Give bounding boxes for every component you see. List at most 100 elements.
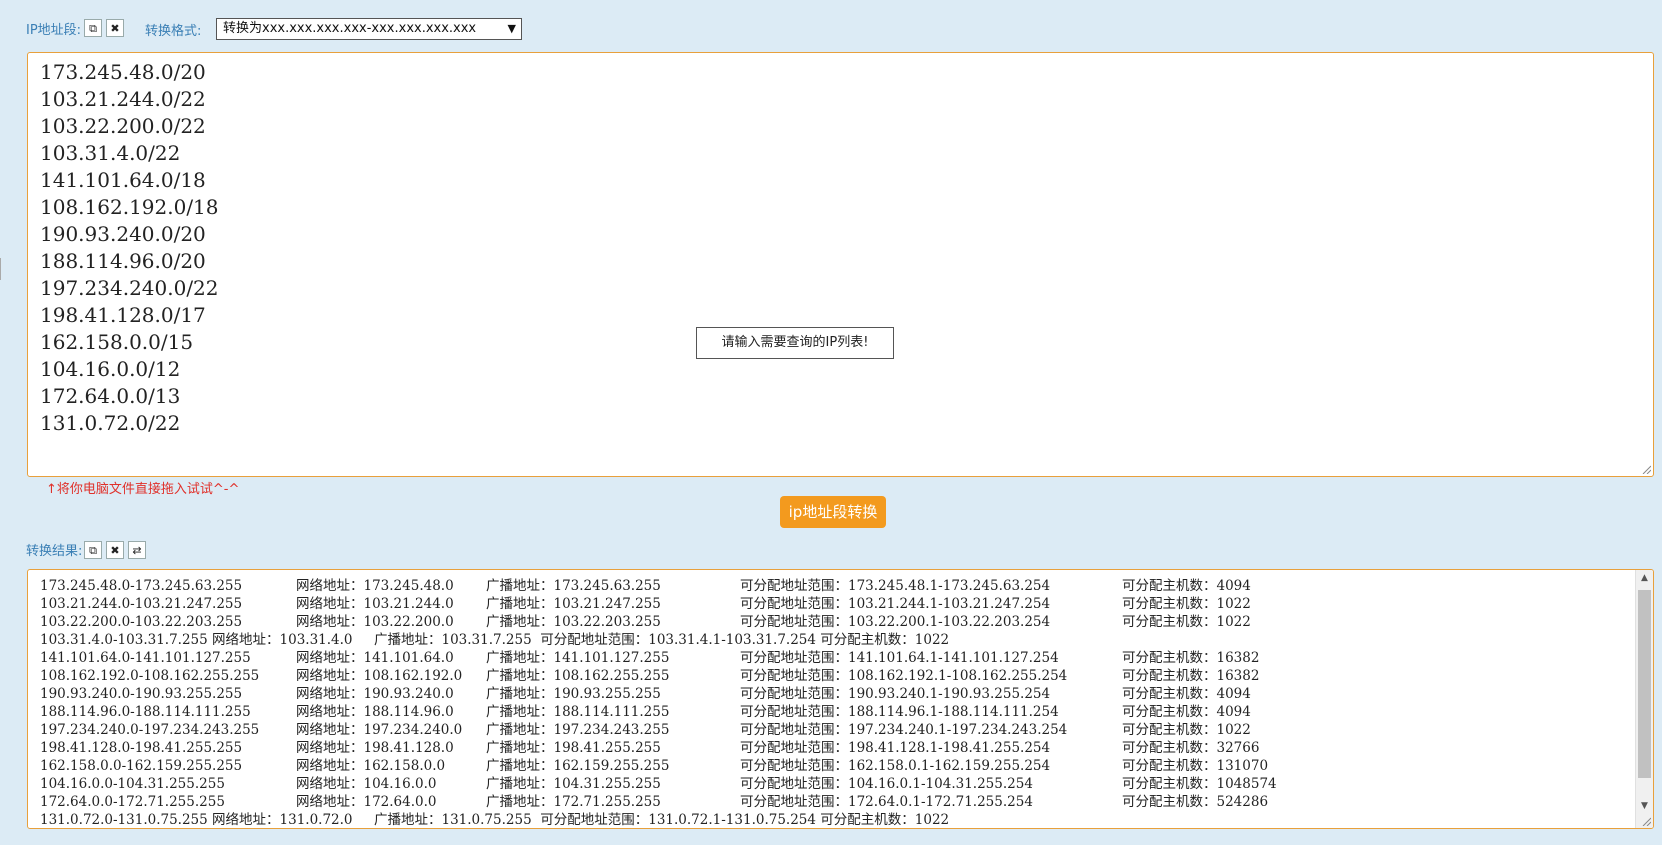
result-range: 162.158.0.0-162.159.255.255: [40, 758, 243, 774]
result-usable-range: 可分配地址范围：197.234.240.1-197.234.243.254: [740, 722, 1068, 738]
result-scrollbar[interactable]: ▲ ▼: [1635, 570, 1653, 828]
close-icon: ✖: [110, 21, 120, 35]
result-usable-range: 可分配地址范围：103.22.200.1-103.22.203.254: [740, 614, 1051, 630]
result-broadcast: 广播地址：188.114.111.255: [486, 704, 670, 720]
result-broadcast: 广播地址：141.101.127.255: [486, 650, 670, 666]
result-range: 197.234.240.0-197.234.243.255: [40, 722, 260, 738]
result-host-count: 可分配主机数：4094: [1122, 578, 1251, 594]
resize-handle-icon[interactable]: [1641, 464, 1651, 474]
ip-input-line: 190.93.240.0/20: [40, 222, 206, 246]
result-row: 108.162.192.0-108.162.255.255 网络地址：108.16…: [40, 667, 1640, 685]
result-broadcast: 广播地址：190.93.255.255: [486, 686, 661, 702]
result-usable-range: 可分配地址范围：103.21.244.1-103.21.247.254: [740, 596, 1051, 612]
result-broadcast: 广播地址：104.31.255.255: [486, 776, 661, 792]
result-network: 网络地址：188.114.96.0: [296, 704, 454, 720]
result-range: 104.16.0.0-104.31.255.255: [40, 776, 225, 792]
ip-input-line: 103.31.4.0/22: [40, 141, 181, 165]
result-usable-range: 可分配地址范围：173.245.48.1-173.245.63.254: [740, 578, 1051, 594]
format-select-value: 转换为xxx.xxx.xxx.xxx-xxx.xxx.xxx.xxx: [223, 21, 477, 36]
result-label: 转换结果:: [26, 544, 83, 559]
clear-result-button[interactable]: ✖: [106, 541, 124, 559]
result-network: 网络地址：190.93.240.0: [296, 686, 454, 702]
ip-input-line: 104.16.0.0/12: [40, 357, 181, 381]
result-network: 网络地址：103.22.200.0: [296, 614, 454, 630]
result-range: 188.114.96.0-188.114.111.255: [40, 704, 251, 720]
scroll-up-icon[interactable]: ▲: [1636, 570, 1653, 586]
result-row: 190.93.240.0-190.93.255.255 网络地址：190.93.2…: [40, 685, 1640, 703]
result-usable-range: 可分配地址范围：172.64.0.1-172.71.255.254: [740, 794, 1033, 810]
result-row-text: 131.0.72.0-131.0.75.255 网络地址：131.0.72.0 …: [40, 812, 950, 828]
ip-input-line: 103.21.244.0/22: [40, 87, 206, 111]
input-tooltip: 请输入需要查询的IP列表!: [696, 327, 894, 359]
result-network: 网络地址：198.41.128.0: [296, 740, 454, 756]
ip-input-line: 103.22.200.0/22: [40, 114, 206, 138]
result-range: 172.64.0.0-172.71.255.255: [40, 794, 225, 810]
result-usable-range: 可分配地址范围：188.114.96.1-188.114.111.254: [740, 704, 1059, 720]
result-network: 网络地址：172.64.0.0: [296, 794, 437, 810]
result-rows: 173.245.48.0-173.245.63.255 网络地址：173.245.…: [40, 577, 1640, 828]
result-row: 103.21.244.0-103.21.247.255 网络地址：103.21.2…: [40, 595, 1640, 613]
result-broadcast: 广播地址：103.21.247.255: [486, 596, 661, 612]
result-network: 网络地址：162.158.0.0: [296, 758, 446, 774]
format-select[interactable]: 转换为xxx.xxx.xxx.xxx-xxx.xxx.xxx.xxx ▼: [216, 18, 522, 40]
close-icon: ✖: [110, 543, 120, 557]
ip-input-textarea[interactable]: 173.245.48.0/20 103.21.244.0/22 103.22.200…: [27, 52, 1654, 477]
result-range: 103.22.200.0-103.22.203.255: [40, 614, 243, 630]
result-network: 网络地址：103.21.244.0: [296, 596, 454, 612]
clear-input-button[interactable]: ✖: [106, 19, 124, 37]
result-row: 104.16.0.0-104.31.255.255 网络地址：104.16.0.0…: [40, 775, 1640, 793]
result-host-count: 可分配主机数：16382: [1122, 650, 1260, 666]
copy-result-button[interactable]: ⧉: [84, 541, 102, 559]
result-row: 103.31.4.0-103.31.7.255 网络地址：103.31.4.0 …: [40, 631, 1640, 649]
result-host-count: 可分配主机数：524286: [1122, 794, 1269, 810]
ip-input-line: 141.101.64.0/18: [40, 168, 206, 192]
result-broadcast: 广播地址：198.41.255.255: [486, 740, 661, 756]
result-network: 网络地址：104.16.0.0: [296, 776, 437, 792]
ip-input-line: 108.162.192.0/18: [40, 195, 219, 219]
result-row: 141.101.64.0-141.101.127.255 网络地址：141.101…: [40, 649, 1640, 667]
result-usable-range: 可分配地址范围：198.41.128.1-198.41.255.254: [740, 740, 1051, 756]
result-broadcast: 广播地址：172.71.255.255: [486, 794, 661, 810]
scroll-down-icon[interactable]: ▼: [1636, 798, 1653, 814]
result-host-count: 可分配主机数：4094: [1122, 704, 1251, 720]
result-host-count: 可分配主机数：131070: [1122, 758, 1269, 774]
page-edge-divider: [0, 258, 4, 280]
result-range: 198.41.128.0-198.41.255.255: [40, 740, 243, 756]
result-row: 103.22.200.0-103.22.203.255 网络地址：103.22.2…: [40, 613, 1640, 631]
result-usable-range: 可分配地址范围：141.101.64.1-141.101.127.254: [740, 650, 1059, 666]
result-broadcast: 广播地址：173.245.63.255: [486, 578, 661, 594]
ip-input-lines: 173.245.48.0/20 103.21.244.0/22 103.22.200…: [40, 59, 219, 437]
result-range: 173.245.48.0-173.245.63.255: [40, 578, 243, 594]
copy-icon: ⧉: [89, 543, 97, 557]
chevron-down-icon: ▼: [507, 22, 516, 35]
result-host-count: 可分配主机数：4094: [1122, 686, 1251, 702]
result-textarea[interactable]: 173.245.48.0-173.245.63.255 网络地址：173.245.…: [27, 569, 1654, 829]
swap-icon: ⇄: [132, 543, 142, 557]
scrollbar-thumb[interactable]: [1638, 590, 1651, 778]
result-row: 173.245.48.0-173.245.63.255 网络地址：173.245.…: [40, 577, 1640, 595]
result-usable-range: 可分配地址范围：190.93.240.1-190.93.255.254: [740, 686, 1051, 702]
main-panel: IP地址段: ⧉ ✖ 转换格式: 转换为xxx.xxx.xxx.xxx-xxx.…: [0, 0, 1662, 845]
result-range: 190.93.240.0-190.93.255.255: [40, 686, 243, 702]
result-network: 网络地址：141.101.64.0: [296, 650, 454, 666]
result-host-count: 可分配主机数：1022: [1122, 596, 1251, 612]
copy-input-button[interactable]: ⧉: [84, 19, 102, 37]
ip-input-line: 197.234.240.0/22: [40, 276, 219, 300]
convert-button[interactable]: ip地址段转换: [780, 496, 886, 528]
ip-input-line: 131.0.72.0/22: [40, 411, 181, 435]
result-usable-range: 可分配地址范围：104.16.0.1-104.31.255.254: [740, 776, 1033, 792]
result-broadcast: 广播地址：103.22.203.255: [486, 614, 661, 630]
result-broadcast: 广播地址：162.159.255.255: [486, 758, 670, 774]
resize-handle-icon[interactable]: [1641, 816, 1651, 826]
result-usable-range: 可分配地址范围：162.158.0.1-162.159.255.254: [740, 758, 1051, 774]
result-usable-range: 可分配地址范围：108.162.192.1-108.162.255.254: [740, 668, 1068, 684]
ip-input-line: 172.64.0.0/13: [40, 384, 181, 408]
result-range: 141.101.64.0-141.101.127.255: [40, 650, 251, 666]
swap-result-button[interactable]: ⇄: [128, 541, 146, 559]
result-row-text: 103.31.4.0-103.31.7.255 网络地址：103.31.4.0 …: [40, 632, 950, 648]
result-host-count: 可分配主机数：32766: [1122, 740, 1260, 756]
result-row: 188.114.96.0-188.114.111.255 网络地址：188.114…: [40, 703, 1640, 721]
ip-input-line: 173.245.48.0/20: [40, 60, 206, 84]
ip-range-label: IP地址段:: [26, 23, 82, 38]
result-network: 网络地址：173.245.48.0: [296, 578, 454, 594]
